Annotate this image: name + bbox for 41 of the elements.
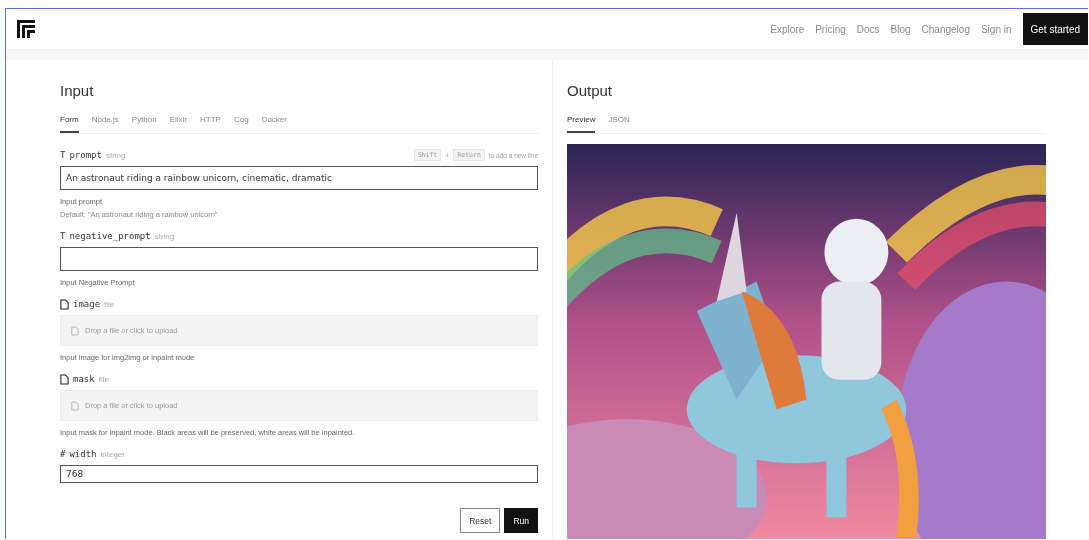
tab[interactable]: Python: [131, 111, 157, 133]
tab[interactable]: Elixir: [169, 111, 188, 133]
logo-icon[interactable]: [16, 19, 36, 39]
field-name: width: [69, 449, 97, 459]
action-button[interactable]: Run: [504, 508, 538, 533]
file-icon: [60, 373, 69, 385]
nav-link[interactable]: Changelog: [921, 23, 970, 35]
text-field[interactable]: [60, 247, 538, 271]
field-name: prompt: [69, 150, 102, 160]
action-button[interactable]: Reset: [460, 508, 501, 533]
tab[interactable]: Form: [60, 111, 79, 133]
section-title: Input: [60, 82, 95, 99]
tab[interactable]: JSON: [608, 111, 630, 133]
file-icon: [71, 400, 79, 411]
field-type: integer: [100, 449, 125, 459]
field-name: image: [73, 299, 101, 309]
tab[interactable]: HTTP: [200, 111, 221, 133]
file-icon: [71, 325, 79, 336]
nav-link[interactable]: Explore: [770, 23, 805, 35]
get-started-button[interactable]: Get started: [1022, 13, 1088, 45]
type-icon: T: [60, 231, 66, 241]
tab[interactable]: Node.js: [91, 111, 119, 133]
section-title: Output: [567, 82, 614, 99]
type-icon: #: [60, 449, 66, 459]
nav-link[interactable]: Blog: [890, 23, 911, 35]
field-name: mask: [73, 374, 95, 384]
field-name: negative_prompt: [69, 231, 151, 241]
nav-link[interactable]: Sign in: [980, 23, 1012, 35]
tab[interactable]: Cog: [233, 111, 249, 133]
nav-link[interactable]: Docs: [856, 23, 880, 35]
field-type: file: [104, 299, 115, 309]
tab[interactable]: Docker: [261, 111, 287, 133]
field-type: string: [154, 231, 175, 241]
field-type: string: [105, 150, 126, 160]
nav-link[interactable]: Pricing: [815, 23, 846, 35]
file-icon: [60, 298, 69, 310]
tab[interactable]: Preview: [567, 111, 596, 133]
type-icon: T: [60, 150, 66, 160]
field-type: file: [98, 374, 109, 384]
number-field[interactable]: 768: [60, 465, 538, 483]
text-field[interactable]: An astronaut riding a rainbow unicorn, cinematic, dramatic: [60, 166, 538, 190]
